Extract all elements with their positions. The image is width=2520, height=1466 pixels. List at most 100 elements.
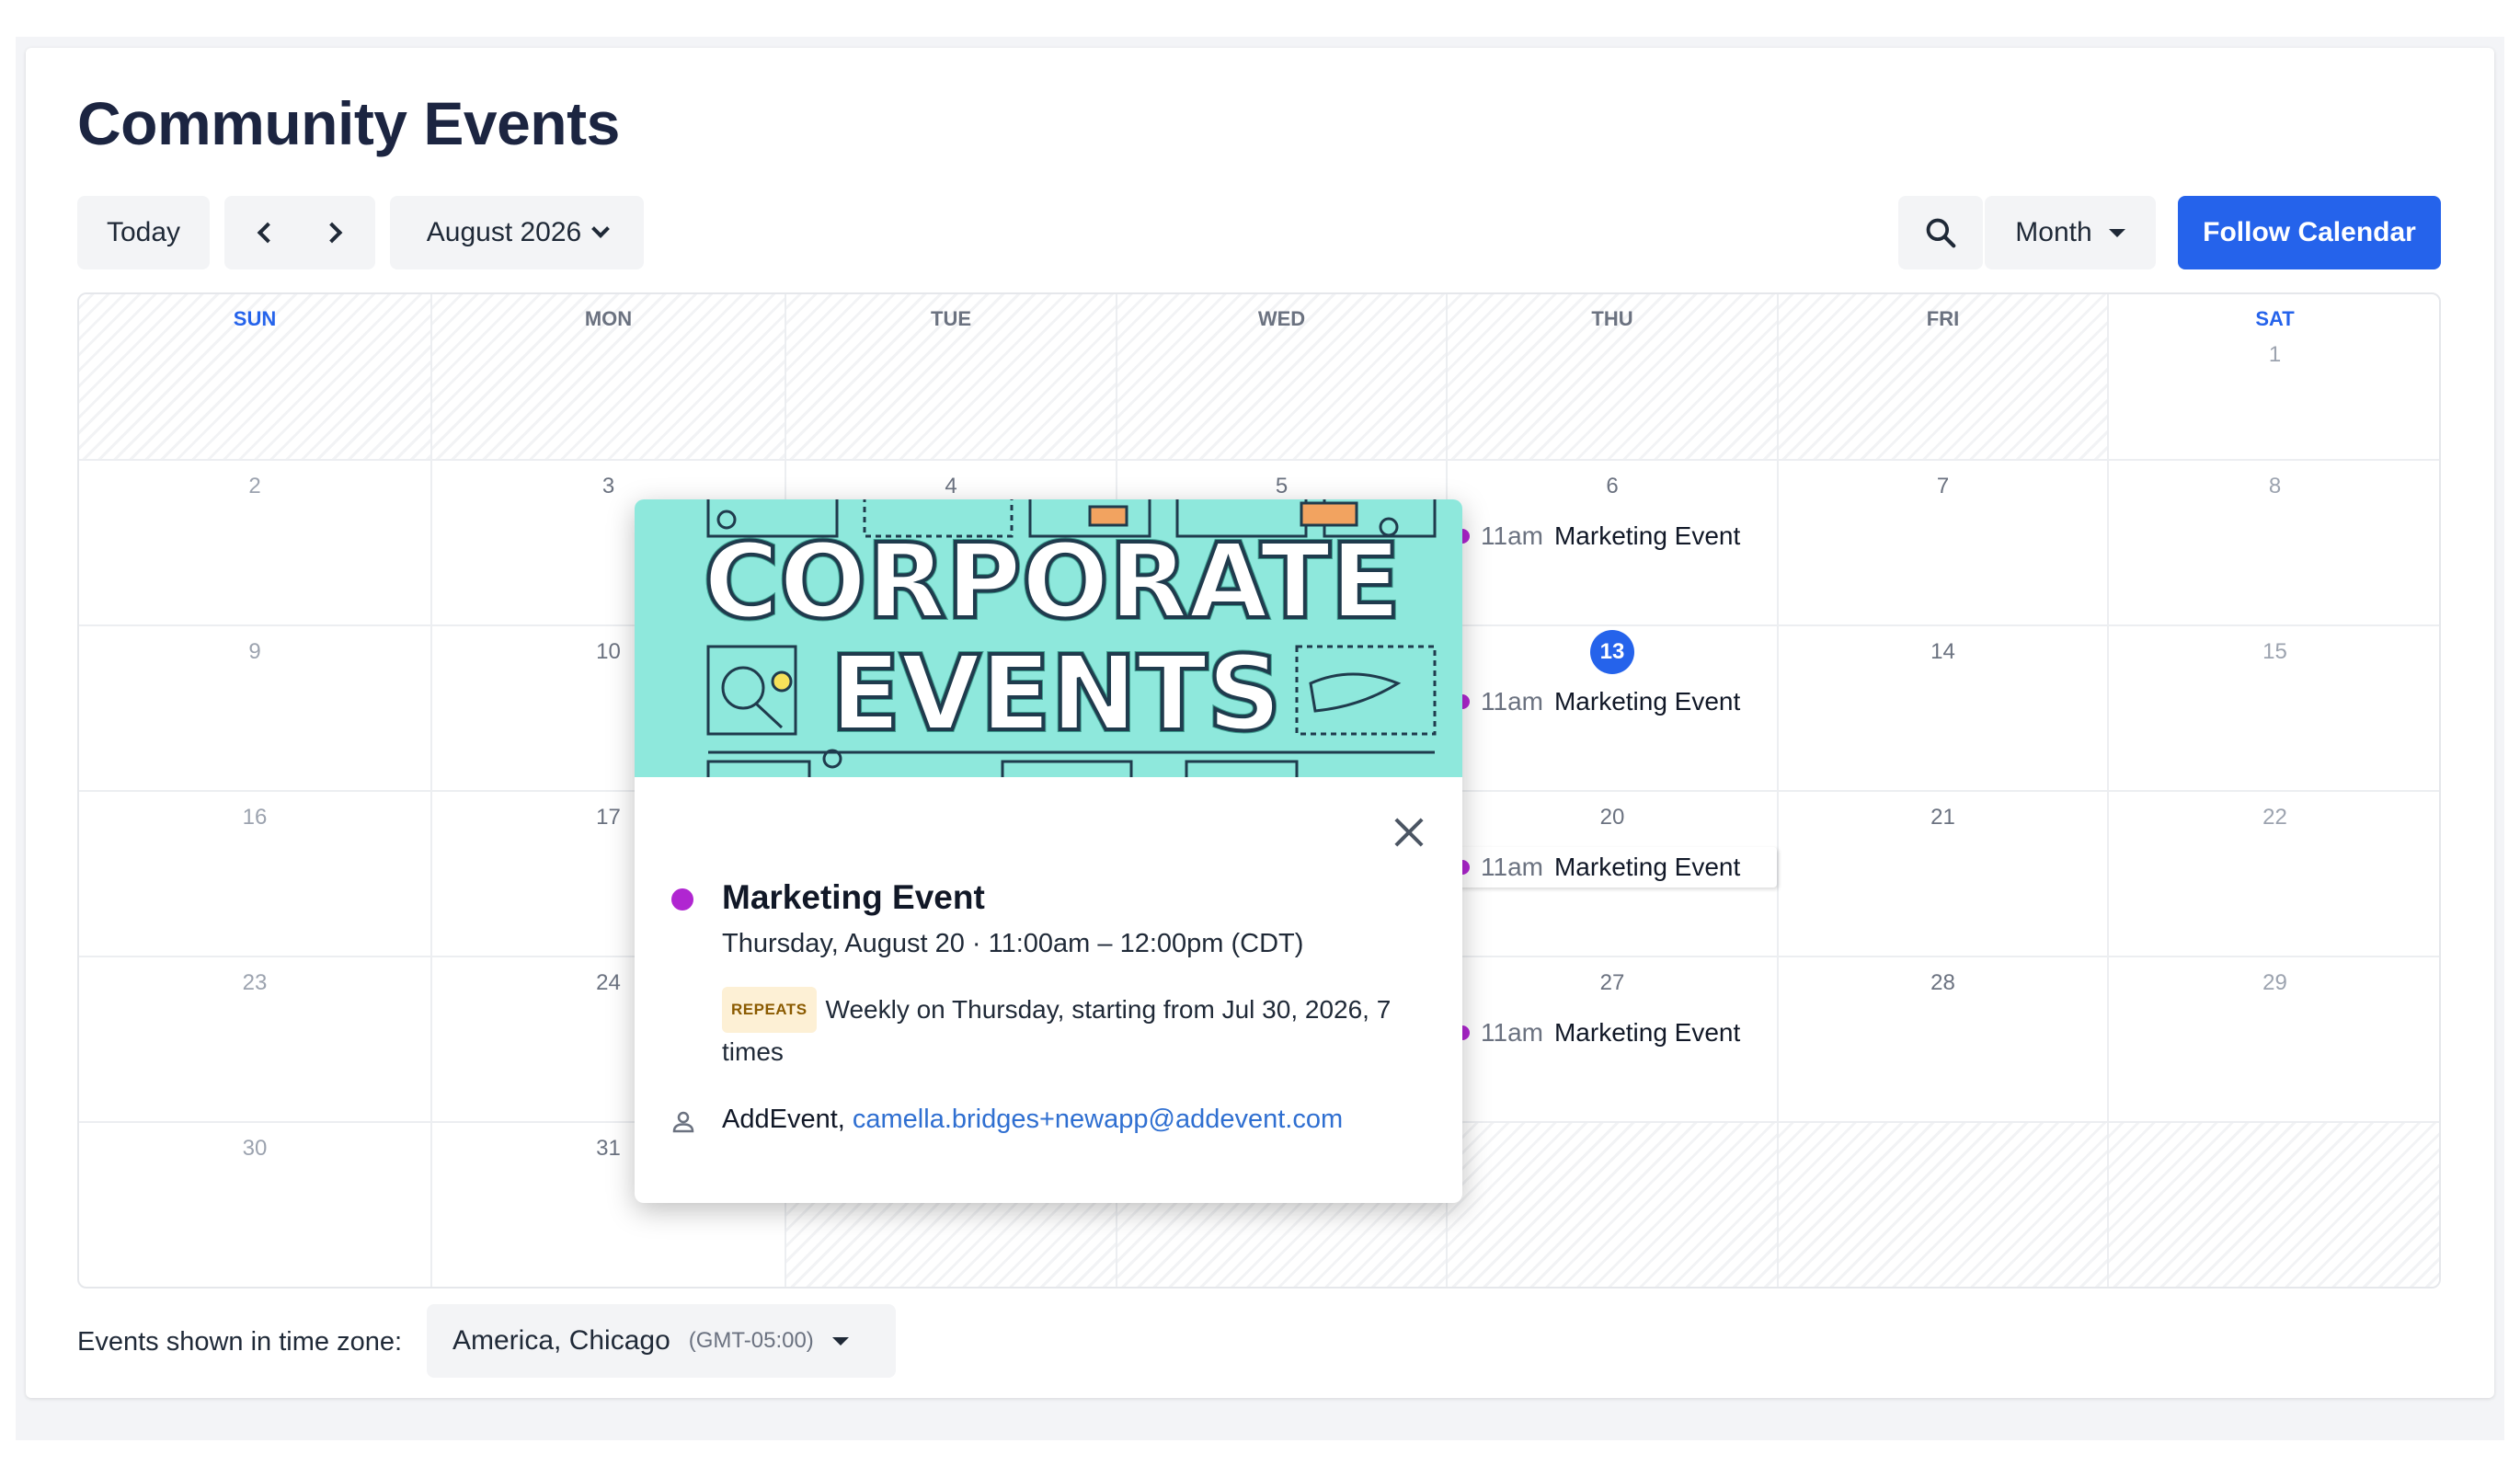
day-number: 29 — [2262, 970, 2287, 995]
event-color-dot — [671, 888, 693, 911]
day-cell[interactable]: 21 — [1779, 792, 2109, 957]
day-cell-today[interactable]: 13 11am Marketing Event — [1448, 626, 1779, 792]
caret-down-icon — [831, 1336, 849, 1346]
day-cell: TUE — [786, 294, 1117, 461]
day-number: 30 — [242, 1136, 268, 1161]
day-number: 6 — [1606, 474, 1619, 498]
timezone-select[interactable]: America, Chicago (GMT-05:00) — [427, 1304, 896, 1378]
event-title: Marketing Event — [1553, 687, 1741, 716]
day-number: 7 — [1936, 474, 1950, 498]
timezone-city: America, Chicago — [452, 1325, 670, 1356]
day-number: 16 — [242, 805, 268, 830]
day-number: 28 — [1930, 970, 1955, 995]
event-detail-popover: CORPORATE CORPORATE EVENTS EVENTS Market… — [635, 499, 1462, 1203]
day-number: 4 — [945, 474, 957, 498]
today-day-number: 13 — [1448, 630, 1777, 674]
repeats-badge: REPEATS — [722, 987, 817, 1033]
prev-next-group — [224, 196, 375, 269]
event-chip[interactable]: 11am Marketing Event — [1455, 681, 1777, 722]
event-time: 11am — [1481, 521, 1543, 550]
popup-recurrence: REPEATS Weekly on Thursday, starting from… — [722, 987, 1439, 1071]
day-cell[interactable]: 27 11am Marketing Event — [1448, 957, 1779, 1123]
day-number: 27 — [1599, 970, 1625, 995]
day-number: 3 — [601, 474, 615, 498]
day-cell[interactable]: 28 — [1779, 957, 2109, 1123]
recurrence-text: Weekly on Thursday, starting from Jul 30… — [722, 995, 1392, 1066]
prev-month-button[interactable] — [240, 205, 295, 260]
view-select-label: Month — [2015, 217, 2092, 247]
day-number: 8 — [2268, 474, 2282, 498]
day-number: 5 — [1275, 474, 1289, 498]
day-number: 9 — [248, 639, 261, 664]
event-time: 11am — [1481, 687, 1543, 716]
day-cell[interactable]: 22 — [2109, 792, 2439, 957]
weekday-header-wed: WED — [1257, 307, 1306, 330]
day-cell — [1779, 1123, 2109, 1287]
follow-calendar-button[interactable]: Follow Calendar — [2178, 196, 2441, 269]
popup-event-datetime: Thursday, August 20 · 11:00am – 12:00pm … — [722, 929, 1304, 958]
view-select[interactable]: Month — [1985, 196, 2156, 269]
event-time: 11am — [1481, 853, 1543, 881]
event-title: Marketing Event — [1553, 853, 1741, 881]
day-cell[interactable]: 15 — [2109, 626, 2439, 792]
day-cell[interactable]: 7 — [1779, 461, 2109, 626]
organizer-email-link[interactable]: camella.bridges+newapp@addevent.com — [853, 1105, 1343, 1134]
day-number: 21 — [1930, 805, 1955, 830]
day-number: 20 — [1599, 805, 1625, 830]
weekday-header-mon: MON — [584, 307, 633, 330]
month-picker-button[interactable]: August 2026 — [390, 196, 644, 269]
search-button[interactable] — [1898, 196, 1983, 269]
event-time: 11am — [1481, 1018, 1543, 1047]
person-icon — [672, 1111, 694, 1133]
day-cell: THU — [1448, 294, 1779, 461]
day-number: 23 — [242, 970, 268, 995]
event-chip[interactable]: 11am Marketing Event — [1455, 516, 1777, 556]
organizer-name: AddEvent, — [722, 1105, 845, 1134]
event-chip-selected[interactable]: 11am Marketing Event — [1455, 847, 1778, 888]
weekday-header-sun: SUN — [233, 307, 277, 330]
day-number: 14 — [1930, 639, 1955, 664]
day-cell — [1448, 1123, 1779, 1287]
corporate-events-illustration: CORPORATE CORPORATE EVENTS EVENTS — [701, 499, 1437, 777]
day-cell: WED — [1117, 294, 1448, 461]
caret-down-icon — [2108, 228, 2125, 237]
event-title: Marketing Event — [1553, 1018, 1741, 1047]
day-number: 15 — [2262, 639, 2287, 664]
weekday-header-sat: SAT — [2255, 307, 2295, 330]
chevron-down-icon — [591, 220, 611, 238]
day-cell[interactable]: 2 — [79, 461, 432, 626]
banner-line-2: EVENTS — [830, 635, 1282, 754]
day-cell[interactable]: 16 — [79, 792, 432, 957]
event-chip[interactable]: 11am Marketing Event — [1455, 1013, 1777, 1053]
day-cell[interactable]: 20 11am Marketing Event — [1448, 792, 1779, 957]
weekday-header-fri: FRI — [1926, 307, 1960, 330]
day-cell[interactable]: 8 — [2109, 461, 2439, 626]
chevron-left-icon — [257, 222, 279, 244]
banner-line-1: CORPORATE — [704, 522, 1401, 642]
day-cell: FRI — [1779, 294, 2109, 461]
day-cell[interactable]: SAT 1 — [2109, 294, 2439, 461]
day-number: 22 — [2262, 805, 2287, 830]
popup-event-title: Marketing Event — [722, 878, 985, 916]
day-cell[interactable]: 23 — [79, 957, 432, 1123]
day-cell[interactable]: 30 — [79, 1123, 432, 1287]
close-icon[interactable] — [1389, 812, 1429, 853]
weekday-header-tue: TUE — [931, 307, 971, 330]
event-banner-image: CORPORATE CORPORATE EVENTS EVENTS — [635, 499, 1462, 777]
day-cell[interactable]: 29 — [2109, 957, 2439, 1123]
day-cell[interactable]: 9 — [79, 626, 432, 792]
today-button[interactable]: Today — [77, 196, 210, 269]
timezone-offset: (GMT-05:00) — [688, 1328, 814, 1353]
event-title: Marketing Event — [1553, 521, 1741, 550]
next-month-button[interactable] — [304, 205, 360, 260]
day-cell: SUN — [79, 294, 432, 461]
timezone-label: Events shown in time zone: — [77, 1327, 403, 1357]
day-cell[interactable]: 6 11am Marketing Event — [1448, 461, 1779, 626]
chevron-right-icon — [321, 222, 343, 244]
month-picker-label: August 2026 — [426, 217, 582, 247]
day-number: 1 — [2268, 342, 2282, 367]
day-number: 2 — [248, 474, 261, 498]
popup-organizer: AddEvent, camella.bridges+newapp@addeven… — [722, 1105, 1343, 1135]
day-cell[interactable]: 14 — [1779, 626, 2109, 792]
page-title: Community Events — [77, 89, 620, 157]
